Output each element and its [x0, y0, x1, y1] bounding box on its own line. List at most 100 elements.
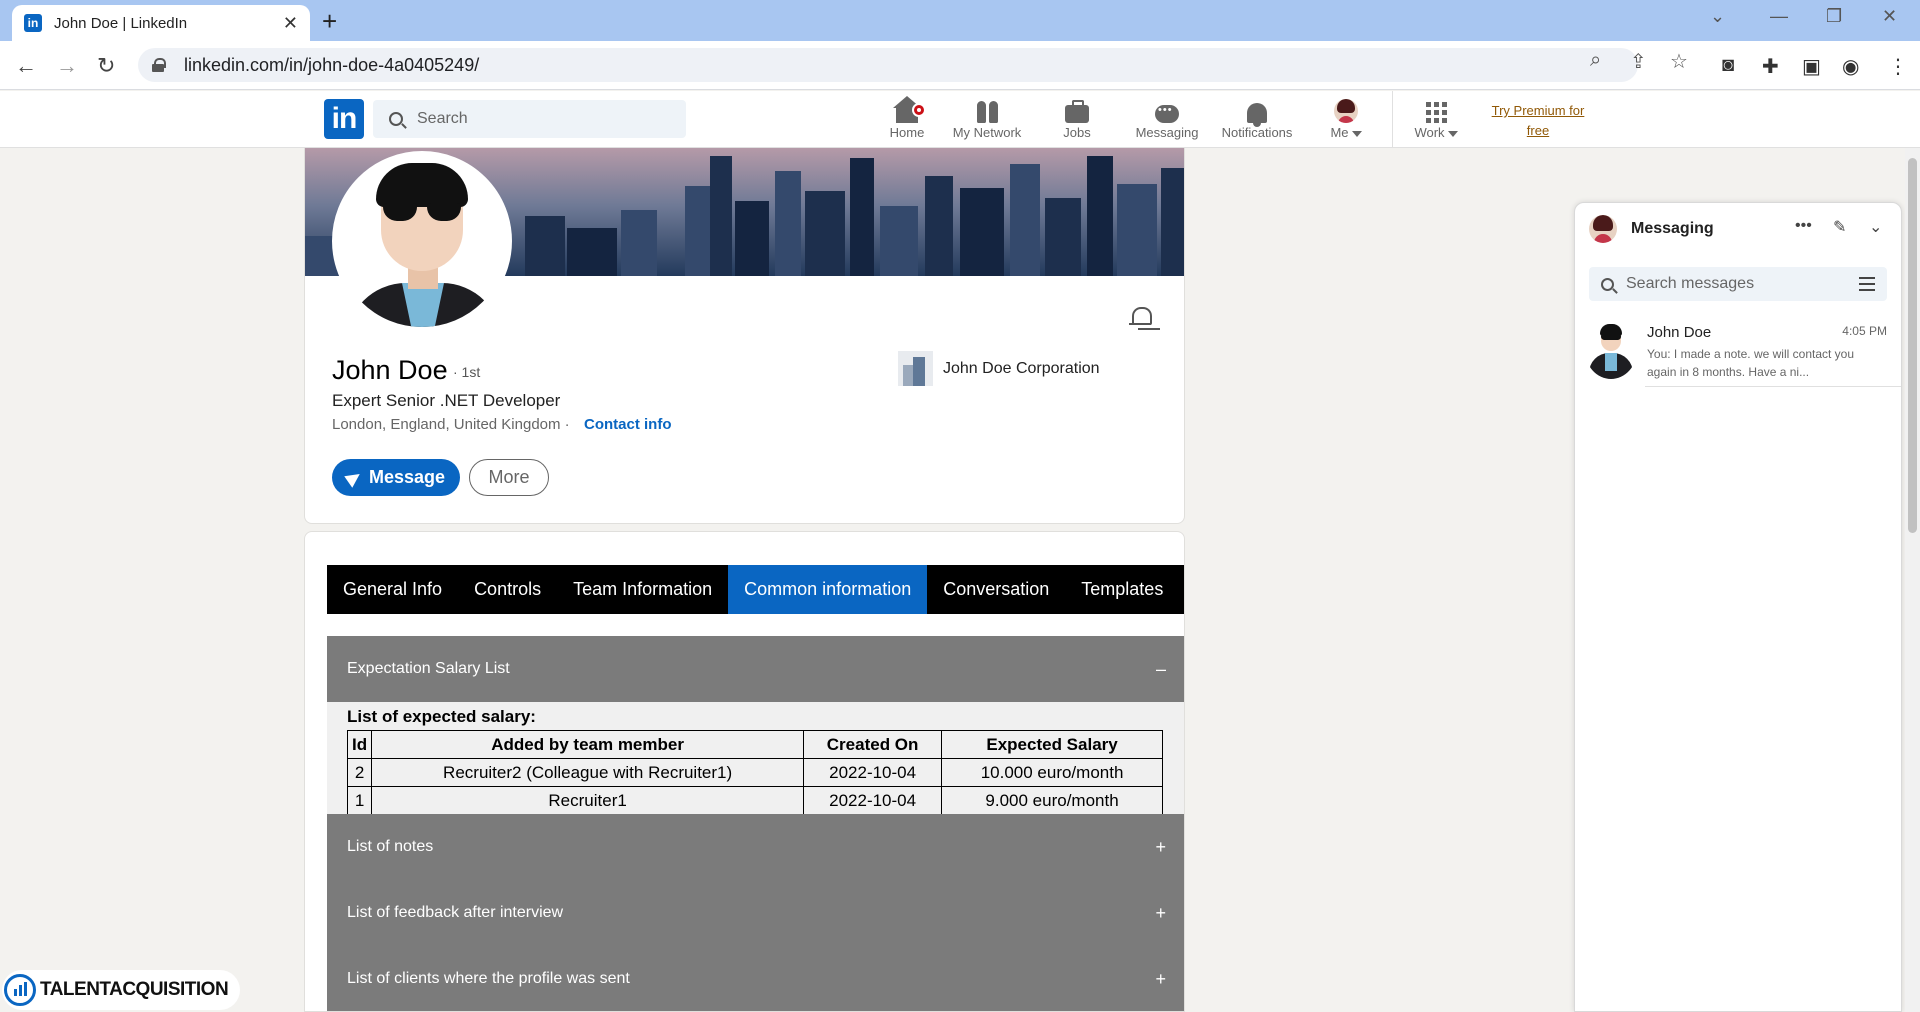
search-messages-placeholder: Search messages	[1626, 275, 1755, 292]
message-button[interactable]: Message	[332, 459, 460, 496]
notification-badge	[912, 103, 926, 117]
restore-button[interactable]: ❐	[1826, 6, 1842, 27]
tab-search-icon[interactable]: ⌄	[1710, 6, 1725, 27]
forward-button[interactable]: →	[56, 53, 78, 79]
message-button-label: Message	[368, 467, 446, 487]
accordion-title: List of notes	[347, 838, 434, 855]
table-row: 1 Recruiter1 2022-10-04 9.000 euro/month	[346, 786, 1163, 815]
salary-section-body: List of expected salary: Id Added by tea…	[327, 702, 1184, 815]
briefcase-icon	[1065, 100, 1089, 123]
try-premium-link[interactable]: Try Premium for free	[1486, 101, 1590, 141]
accordion-expectation-salary[interactable]: Expectation Salary List –	[327, 636, 1184, 702]
linkedin-logo[interactable]: in	[324, 99, 364, 139]
conversation-name: John Doe	[1647, 324, 1712, 341]
tab-title: John Doe | LinkedIn	[54, 14, 188, 32]
accordion-clients[interactable]: List of clients where the profile was se…	[327, 946, 1184, 1011]
address-bar: ← → ↻ linkedin.com/in/john-doe-4a0405249…	[0, 41, 1920, 90]
messaging-title: Messaging	[1631, 220, 1714, 237]
cell-id: 1	[346, 786, 373, 815]
nav-me-label: Me	[1330, 125, 1349, 140]
compose-icon[interactable]: ✎	[1833, 217, 1846, 237]
browser-tabstrip: in John Doe | LinkedIn ✕ + ⌄ — ❐ ✕	[0, 0, 1920, 41]
url-field[interactable]: linkedin.com/in/john-doe-4a0405249/	[138, 48, 1638, 82]
bell-icon	[1247, 103, 1267, 127]
minimize-button[interactable]: —	[1770, 6, 1788, 27]
share-icon[interactable]: ⇪	[1630, 49, 1647, 74]
expand-icon[interactable]: +	[1155, 969, 1166, 990]
cell-added-by: Recruiter2 (Colleague with Recruiter1)	[371, 758, 805, 787]
tab-common-information[interactable]: Common information	[728, 565, 928, 614]
tab-controls[interactable]: Controls	[458, 565, 557, 614]
watermark-text: TALENTACQUISITION	[40, 979, 229, 1000]
reload-button[interactable]: ↻	[97, 53, 115, 79]
conversation-avatar	[1585, 321, 1637, 379]
contact-info-link[interactable]: Contact info	[584, 416, 672, 433]
extensions-puzzle-icon[interactable]: ✚	[1762, 54, 1779, 79]
nav-home-label: Home	[889, 125, 925, 140]
nav-jobs-label: Jobs	[1063, 125, 1091, 140]
talent-acquisition-logo-icon	[4, 974, 36, 1006]
nav-messaging[interactable]: Messaging	[1126, 97, 1208, 140]
browser-menu-icon[interactable]: ⋮	[1888, 54, 1908, 79]
current-company[interactable]: John Doe Corporation	[898, 351, 1100, 386]
table-row: 2 Recruiter2 (Colleague with Recruiter1)…	[346, 758, 1163, 787]
divider	[1645, 386, 1901, 387]
profile-name: John Doe	[332, 355, 448, 385]
tab-templates[interactable]: Templates	[1065, 565, 1179, 614]
search-input[interactable]: Search	[373, 100, 686, 138]
search-messages-input[interactable]: Search messages	[1589, 267, 1887, 301]
nav-jobs[interactable]: Jobs	[1047, 97, 1107, 140]
column-header: Created On	[803, 730, 943, 759]
my-avatar	[1589, 215, 1617, 243]
network-icon	[976, 101, 998, 123]
collapse-icon[interactable]: –	[1156, 659, 1166, 680]
chevron-down-icon[interactable]: ⌄	[1869, 217, 1882, 237]
browser-tab[interactable]: in John Doe | LinkedIn ✕	[12, 5, 310, 41]
nav-messaging-label: Messaging	[1135, 125, 1199, 140]
profile-photo[interactable]	[332, 151, 512, 331]
accordion-feedback[interactable]: List of feedback after interview +	[327, 880, 1184, 946]
profile-avatar-icon[interactable]: ◉	[1842, 54, 1859, 79]
extension-tabs: General Info Controls Team Information C…	[327, 565, 1184, 614]
filter-icon[interactable]	[1859, 277, 1875, 291]
nav-my-network[interactable]: My Network	[947, 97, 1027, 140]
search-icon	[389, 112, 403, 126]
conversation-preview: You: I made a note. we will contact you …	[1647, 347, 1855, 379]
expand-icon[interactable]: +	[1155, 837, 1166, 858]
new-tab-button[interactable]: +	[322, 6, 337, 37]
tab-team-information[interactable]: Team Information	[557, 565, 728, 614]
page-scrollbar[interactable]	[1905, 148, 1920, 1012]
zoom-icon[interactable]: ⌕	[1590, 49, 1601, 72]
expand-icon[interactable]: +	[1155, 903, 1166, 924]
close-tab-icon[interactable]: ✕	[283, 13, 298, 34]
conversation-item[interactable]: John Doe 4:05 PM You: I made a note. we …	[1575, 315, 1901, 387]
nav-work[interactable]: Work	[1408, 97, 1464, 140]
salary-table: Id Added by team member Created On Expec…	[346, 730, 1163, 815]
bookmark-star-icon[interactable]: ☆	[1670, 49, 1688, 74]
accordion-title: Expectation Salary List	[347, 660, 510, 677]
tab-conversation[interactable]: Conversation	[927, 565, 1065, 614]
more-button[interactable]: More	[469, 459, 549, 496]
lock-icon[interactable]	[152, 58, 166, 72]
nav-me[interactable]: Me	[1320, 97, 1372, 140]
camera-extension-icon[interactable]: ◙	[1722, 54, 1734, 77]
linkedin-favicon: in	[24, 14, 42, 32]
nav-notifications[interactable]: Notifications	[1217, 97, 1297, 140]
more-options-icon[interactable]: •••	[1795, 217, 1812, 235]
home-icon	[893, 96, 926, 123]
follow-bell-icon[interactable]	[1128, 305, 1154, 331]
tab-general-info[interactable]: General Info	[327, 565, 458, 614]
cell-expected-salary: 9.000 euro/month	[941, 786, 1163, 815]
column-header: Id	[346, 730, 373, 759]
nav-notifications-label: Notifications	[1221, 125, 1293, 140]
back-button[interactable]: ←	[15, 53, 37, 79]
close-window-button[interactable]: ✕	[1882, 6, 1897, 27]
nav-home[interactable]: Home	[877, 96, 937, 140]
accordion-notes[interactable]: List of notes +	[327, 814, 1184, 880]
scrollbar-thumb[interactable]	[1908, 158, 1917, 533]
messaging-header[interactable]: Messaging ••• ✎ ⌄	[1575, 203, 1901, 255]
header-divider	[1392, 91, 1393, 148]
connection-degree: · 1st	[453, 364, 481, 380]
side-panel-icon[interactable]: ▣	[1802, 54, 1821, 79]
premium-line-1: Try Premium for	[1491, 103, 1585, 118]
